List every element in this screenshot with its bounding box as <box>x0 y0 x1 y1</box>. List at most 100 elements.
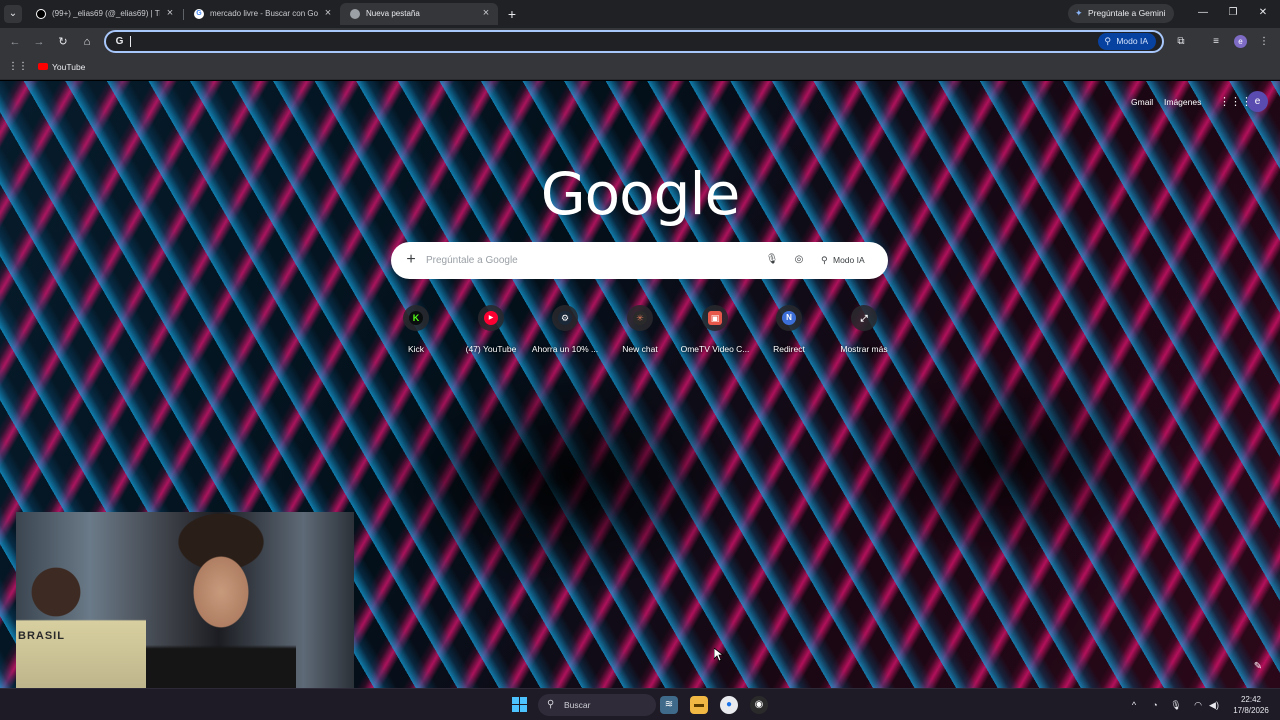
google-search-box[interactable]: + 🎙 ◎ ⚲ Modo IA <box>391 242 888 279</box>
text-caret <box>130 36 131 47</box>
file-explorer-icon[interactable]: ▬ <box>690 696 708 714</box>
shortcut-redirect[interactable]: N Redirect <box>751 299 825 361</box>
shortcut-tile: K <box>403 305 429 331</box>
microphone-tray-icon[interactable]: 🎙 <box>1170 699 1182 711</box>
ai-mode-icon: ⚲ <box>1104 36 1111 46</box>
screen: ⌄ (99+) _elias69 (@_elias69) | TikTok × … <box>0 0 1280 720</box>
tab-title: mercado livre - Buscar con Google <box>210 9 318 18</box>
back-arrow-icon[interactable]: ← <box>7 34 23 50</box>
youtube-icon: ▶ <box>484 311 498 325</box>
shortcut-tile: ⤢ <box>851 305 877 331</box>
redirect-n-icon: N <box>782 311 796 325</box>
ask-gemini-button[interactable]: ✦ Pregúntale a Gemini <box>1068 4 1174 23</box>
extensions-puzzle-icon[interactable]: ⧉ <box>1173 34 1189 50</box>
tab-title: (99+) _elias69 (@_elias69) | TikTok <box>52 9 160 18</box>
kebab-menu-icon[interactable]: ⋮ <box>1256 34 1272 50</box>
obs-taskbar-icon[interactable]: ◉ <box>750 696 768 714</box>
taskbar-search-label: Buscar <box>564 700 591 710</box>
tray-app-icon[interactable]: ◔ <box>1149 699 1161 711</box>
wifi-icon[interactable]: ◠ <box>1192 699 1204 711</box>
ai-mode-button[interactable]: ⚲ Modo IA <box>1098 33 1156 50</box>
forward-arrow-icon[interactable]: → <box>31 34 47 50</box>
taskbar-clock[interactable]: 22:42 17/8/2026 <box>1228 694 1274 716</box>
google-apps-grid-icon[interactable]: ⋮⋮⋮ <box>1219 96 1252 108</box>
google-g-icon: G <box>115 36 124 47</box>
close-window-icon[interactable]: ✕ <box>1256 6 1270 20</box>
minimize-icon[interactable]: — <box>1196 6 1210 20</box>
customize-pencil-icon[interactable]: ✎ <box>1251 660 1265 674</box>
shortcut-kick[interactable]: K Kick <box>378 299 452 361</box>
volume-icon[interactable]: ◀) <box>1208 699 1220 711</box>
shirt-text: BRASIL <box>18 630 65 642</box>
address-bar[interactable]: G ⚲ Modo IA <box>104 30 1164 53</box>
youtube-favicon-icon <box>38 63 48 70</box>
webcam-person-background <box>16 552 146 702</box>
reload-icon[interactable]: ↻ <box>55 34 71 50</box>
shortcut-new-chat[interactable]: ✳ New chat <box>602 299 676 361</box>
images-link[interactable]: Imágenes <box>1164 97 1201 107</box>
bookmark-label: YouTube <box>52 62 86 72</box>
shortcut-steam[interactable]: ⚙ Ahorra un 10% ... <box>527 299 601 361</box>
shortcut-show-more[interactable]: ⤢ Mostrar más <box>826 299 900 361</box>
shortcut-label: Ahorra un 10% ... <box>531 344 599 354</box>
bookmarks-bar: ⋮⋮ YouTube <box>0 56 1280 80</box>
mouse-cursor-icon <box>714 648 724 662</box>
chrome-favicon-icon <box>350 9 360 19</box>
shortcut-tile: ✳ <box>627 305 653 331</box>
shortcut-label: Mostrar más <box>840 344 888 354</box>
account-avatar[interactable]: e <box>1247 91 1268 112</box>
media-queue-icon[interactable]: ≡ <box>1208 34 1224 50</box>
shortcut-tile: ⚙ <box>552 305 578 331</box>
tab-new-tab[interactable]: Nueva pestaña × <box>340 3 498 25</box>
shortcut-tile: N <box>776 305 802 331</box>
windows-taskbar: ⚲ Buscar ≋ ▬ ● ◉ ^ ◔ 🎙 ◠ ◀) 22:42 17/8/2… <box>0 688 1280 720</box>
tab-title: Nueva pestaña <box>366 9 420 18</box>
steam-icon: ⚙ <box>558 311 572 325</box>
tab-close-icon[interactable]: × <box>480 7 492 19</box>
ai-mode-label: Modo IA <box>833 255 865 265</box>
ai-mode-icon: ⚲ <box>821 255 828 265</box>
shortcut-label: Kick <box>407 344 425 354</box>
gmail-link[interactable]: Gmail <box>1131 97 1153 107</box>
chrome-taskbar-icon[interactable]: ● <box>720 696 738 714</box>
webcam-overlay: BRASIL <box>16 512 354 702</box>
tab-google-search[interactable]: G mercado livre - Buscar con Google × <box>184 3 340 25</box>
search-input[interactable] <box>426 253 746 268</box>
ometv-icon: ▣ <box>708 311 722 325</box>
tab-search-icon[interactable]: ⌄ <box>4 5 22 23</box>
microphone-icon[interactable]: 🎙 <box>765 253 779 267</box>
ai-mode-button[interactable]: ⚲ Modo IA <box>821 252 865 269</box>
apps-grid-icon[interactable]: ⋮⋮ <box>8 61 28 73</box>
clock-time: 22:42 <box>1240 695 1262 704</box>
show-hidden-icons-chevron-icon[interactable]: ^ <box>1128 699 1140 711</box>
shortcut-ometv[interactable]: ▣ OmeTV Video C... <box>677 299 751 361</box>
browser-toolbar: ← → ↻ ⌂ G ⚲ Modo IA ⧉ ≡ ⋮ <box>0 28 1280 56</box>
profile-avatar[interactable]: e <box>1234 35 1247 48</box>
search-icon: ⚲ <box>547 699 555 710</box>
widgets-icon[interactable]: ≋ <box>660 696 678 714</box>
clock-date: 17/8/2026 <box>1233 706 1269 715</box>
kick-icon: K <box>409 311 423 325</box>
tab-close-icon[interactable]: × <box>164 7 176 19</box>
shortcut-label: Redirect <box>773 344 805 354</box>
new-tab-button[interactable]: + <box>504 6 520 22</box>
shortcut-label: (47) YouTube <box>465 344 517 354</box>
tab-strip: ⌄ (99+) _elias69 (@_elias69) | TikTok × … <box>0 0 1280 28</box>
restore-icon[interactable]: ❐ <box>1226 6 1240 20</box>
google-favicon-icon: G <box>194 9 204 19</box>
tab-tiktok[interactable]: (99+) _elias69 (@_elias69) | TikTok × <box>26 3 182 25</box>
taskbar-search[interactable]: ⚲ Buscar <box>538 694 656 716</box>
lens-camera-icon[interactable]: ◎ <box>792 253 806 267</box>
shortcut-label: OmeTV Video C... <box>680 344 750 354</box>
bookmark-youtube[interactable]: YouTube <box>38 60 85 74</box>
gemini-sparkle-icon: ✦ <box>1075 8 1083 18</box>
windows-start-icon[interactable] <box>512 697 528 713</box>
add-plus-icon[interactable]: + <box>403 252 419 268</box>
address-input[interactable] <box>134 34 1094 49</box>
home-icon[interactable]: ⌂ <box>79 34 95 50</box>
tab-close-icon[interactable]: × <box>322 7 334 19</box>
expand-icon: ⤢ <box>860 313 868 323</box>
gemini-button-label: Pregúntale a Gemini <box>1088 8 1166 18</box>
tiktok-favicon-icon <box>36 9 46 19</box>
shortcut-youtube[interactable]: ▶ (47) YouTube <box>453 299 527 361</box>
